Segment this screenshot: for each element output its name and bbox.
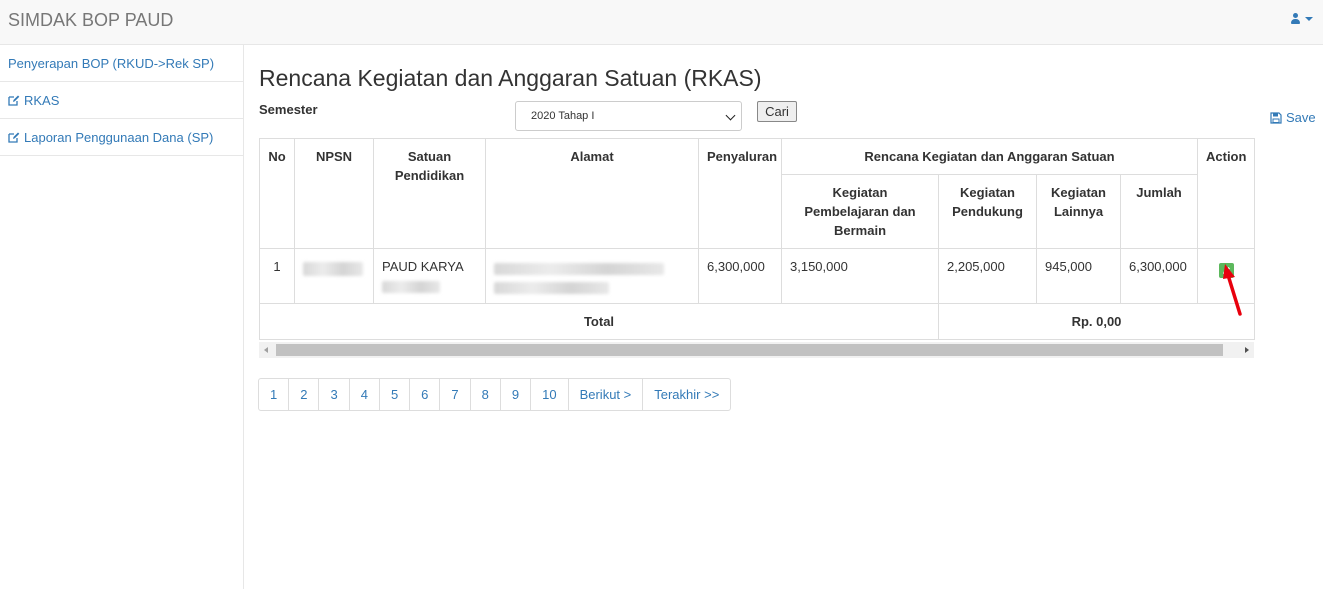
column-group-header-rkas: Rencana Kegiatan dan Anggaran Satuan xyxy=(781,138,1198,175)
page-link-2[interactable]: 2 xyxy=(288,379,318,410)
cell-kegiatan-lainnya: 945,000 xyxy=(1036,248,1121,304)
column-header-action: Action xyxy=(1197,138,1255,249)
sidebar-item-rkas[interactable]: RKAS xyxy=(0,82,243,119)
cell-satuan-pendidikan: PAUD KARYA xyxy=(373,248,486,304)
redacted-text xyxy=(382,280,440,293)
page-link-7[interactable]: 7 xyxy=(439,379,469,410)
column-header-npsn: NPSN xyxy=(294,138,374,249)
sidebar-item-label: RKAS xyxy=(24,92,60,108)
cell-kegiatan-pembelajaran: 3,150,000 xyxy=(781,248,939,304)
column-header-kegiatan-pendukung: Kegiatan Pendukung xyxy=(938,174,1037,249)
table-total-row: Total Rp. 0,00 xyxy=(259,303,1255,340)
sidebar-item-laporan-penggunaan-dana[interactable]: Laporan Penggunaan Dana (SP) xyxy=(0,119,243,156)
page-link-5[interactable]: 5 xyxy=(378,379,409,410)
edit-icon xyxy=(8,95,20,106)
column-header-kegiatan-lainnya: Kegiatan Lainnya xyxy=(1036,174,1121,249)
sidebar-item-label: Penyerapan BOP (RKUD->Rek SP) xyxy=(8,55,215,71)
sidebar-item-label: Laporan Penggunaan Dana (SP) xyxy=(24,129,214,145)
pagination: 1 2 3 4 5 6 7 8 9 10 Berikut > Terakhir … xyxy=(258,378,732,411)
cell-alamat-redacted xyxy=(485,248,699,304)
cell-satuan-text: PAUD KARYA xyxy=(382,259,464,274)
horizontal-scrollbar[interactable] xyxy=(259,342,1254,358)
page-title: Rencana Kegiatan dan Anggaran Satuan (RK… xyxy=(259,65,762,91)
column-header-alamat: Alamat xyxy=(485,138,699,249)
sidebar: Penyerapan BOP (RKUD->Rek SP) RKAS Lapor… xyxy=(0,45,244,589)
semester-select[interactable]: 2020 Tahap I xyxy=(515,101,742,131)
app-title[interactable]: SIMDAK BOP PAUD xyxy=(8,10,173,31)
floppy-disk-icon xyxy=(1270,111,1282,124)
user-menu-toggle[interactable] xyxy=(1290,13,1313,25)
page-link-4[interactable]: 4 xyxy=(348,379,379,410)
semester-label: Semester xyxy=(259,102,318,117)
cell-npsn-redacted xyxy=(294,248,374,304)
sidebar-item-penyerapan-bop[interactable]: Penyerapan BOP (RKUD->Rek SP) xyxy=(0,45,243,82)
column-header-satuan-pendidikan: Satuan Pendidikan xyxy=(373,138,486,249)
column-header-no: No xyxy=(259,138,295,249)
page-link-3[interactable]: 3 xyxy=(318,379,348,410)
page-last-link[interactable]: Terakhir >> xyxy=(642,379,730,410)
page-link-6[interactable]: 6 xyxy=(409,379,439,410)
column-header-jumlah: Jumlah xyxy=(1120,174,1198,249)
total-value: Rp. 0,00 xyxy=(938,303,1255,340)
edit-icon xyxy=(8,132,20,143)
top-navbar: SIMDAK BOP PAUD xyxy=(0,0,1323,45)
search-button[interactable]: Cari xyxy=(757,101,797,122)
annotation-arrow-icon xyxy=(1223,264,1242,316)
save-label: Save xyxy=(1286,110,1316,125)
cell-kegiatan-pendukung: 2,205,000 xyxy=(938,248,1037,304)
column-header-kegiatan-pembelajaran: Kegiatan Pembelajaran dan Bermain xyxy=(781,174,939,249)
scroll-right-arrow-icon[interactable] xyxy=(1245,347,1249,353)
column-header-penyaluran: Penyaluran xyxy=(698,138,782,249)
scroll-left-arrow-icon[interactable] xyxy=(264,347,268,353)
cell-jumlah: 6,300,000 xyxy=(1120,248,1198,304)
scrollbar-thumb[interactable] xyxy=(276,344,1223,356)
cell-penyaluran: 6,300,000 xyxy=(698,248,782,304)
rkas-table: No NPSN Satuan Pendidikan Alamat Penyalu… xyxy=(259,138,1255,340)
page-link-8[interactable]: 8 xyxy=(469,379,500,410)
save-link[interactable]: Save xyxy=(1270,110,1316,125)
page-next-link[interactable]: Berikut > xyxy=(567,379,643,410)
user-icon xyxy=(1290,13,1301,25)
page-link-10[interactable]: 10 xyxy=(530,379,567,410)
page-link-9[interactable]: 9 xyxy=(499,379,530,410)
semester-selected-value: 2020 Tahap I xyxy=(531,110,595,122)
table-row: 1 PAUD KARYA 6,300,000 3,150,000 2,205,0… xyxy=(259,248,1255,304)
chevron-down-icon xyxy=(725,110,736,121)
caret-down-icon xyxy=(1305,17,1313,21)
total-label: Total xyxy=(259,303,939,340)
page-link-1[interactable]: 1 xyxy=(259,379,288,410)
cell-no: 1 xyxy=(259,248,295,304)
